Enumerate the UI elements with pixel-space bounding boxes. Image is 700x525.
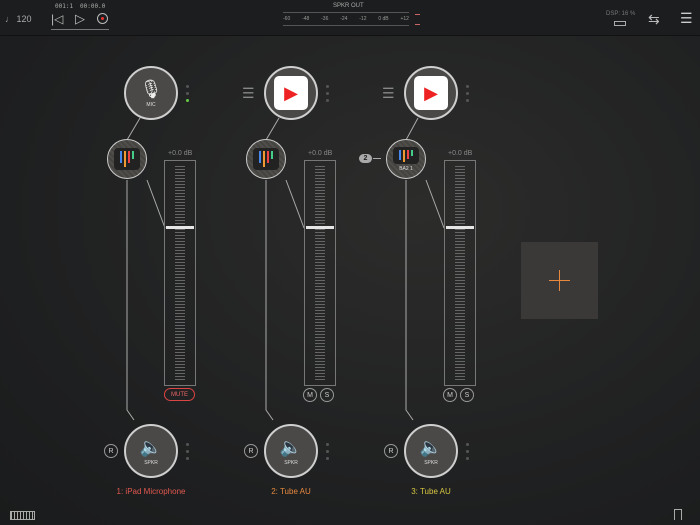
volume-fader[interactable] xyxy=(304,160,336,386)
plugin-icon xyxy=(253,148,279,170)
volume-fader[interactable] xyxy=(444,160,476,386)
source-label: MIC xyxy=(146,101,156,108)
keyboard-icon[interactable] xyxy=(10,511,35,520)
plugin-icon xyxy=(393,146,419,164)
record-arm-button[interactable]: R xyxy=(104,444,118,458)
mute-button[interactable]: M xyxy=(303,388,317,402)
mic-icon: 🎙 xyxy=(139,78,163,99)
level-dots xyxy=(326,85,329,102)
speaker-icon: 🔈 xyxy=(279,436,303,457)
plugin-slot[interactable] xyxy=(107,139,147,179)
gain-readout: +0.0 dB xyxy=(308,150,333,157)
fader-handle[interactable] xyxy=(446,226,474,229)
fader-handle[interactable] xyxy=(166,226,194,229)
play-app-icon: ▶ xyxy=(414,76,448,110)
record-arm-button[interactable]: R xyxy=(384,444,398,458)
volume-fader[interactable] xyxy=(164,160,196,386)
output-label: SPKR xyxy=(284,459,298,466)
mute-button[interactable]: M xyxy=(443,388,457,402)
plugin-icon xyxy=(114,148,140,170)
output-label: SPKR xyxy=(424,459,438,466)
solo-button[interactable]: S xyxy=(320,388,334,402)
speaker-output[interactable]: 🔈 SPKR xyxy=(124,424,178,478)
solo-button[interactable]: S xyxy=(460,388,474,402)
level-dots xyxy=(186,443,189,460)
level-dots xyxy=(326,443,329,460)
instance-badge[interactable]: 2 xyxy=(359,154,372,163)
speaker-output[interactable]: 🔈 SPKR xyxy=(264,424,318,478)
level-dots xyxy=(466,443,469,460)
fader-handle[interactable] xyxy=(306,226,334,229)
gain-readout: +0.0 dB xyxy=(168,150,193,157)
channel-label[interactable]: 3: Tube AU xyxy=(371,487,491,496)
mute-button[interactable]: MUTE xyxy=(164,388,195,401)
drag-handle-icon[interactable]: ☰ xyxy=(242,85,255,102)
speaker-icon: 🔈 xyxy=(419,436,443,457)
level-dots xyxy=(186,85,189,102)
play-app-icon: ▶ xyxy=(274,76,308,110)
output-label: SPKR xyxy=(144,459,158,466)
plus-icon-vertical xyxy=(559,270,560,291)
mic-source[interactable]: 🎙 MIC xyxy=(124,66,178,120)
drag-handle-icon[interactable]: ☰ xyxy=(382,85,395,102)
app-source[interactable]: ▶ xyxy=(404,66,458,120)
plugin-slot[interactable] xyxy=(246,139,286,179)
level-dots xyxy=(466,85,469,102)
speaker-icon: 🔈 xyxy=(139,436,163,457)
badge-connector xyxy=(373,158,381,159)
bookmark-icon[interactable] xyxy=(674,509,682,520)
channel-label[interactable]: 2: Tube AU xyxy=(231,487,351,496)
plugin-slot[interactable]: BA2 1 xyxy=(386,139,426,179)
plugin-label: BA2 1 xyxy=(399,165,413,172)
record-arm-button[interactable]: R xyxy=(244,444,258,458)
app-source[interactable]: ▶ xyxy=(264,66,318,120)
channel-label[interactable]: 1: iPad Microphone xyxy=(91,487,211,496)
speaker-output[interactable]: 🔈 SPKR xyxy=(404,424,458,478)
gain-readout: +0.0 dB xyxy=(448,150,473,157)
add-channel-button[interactable] xyxy=(521,242,598,319)
